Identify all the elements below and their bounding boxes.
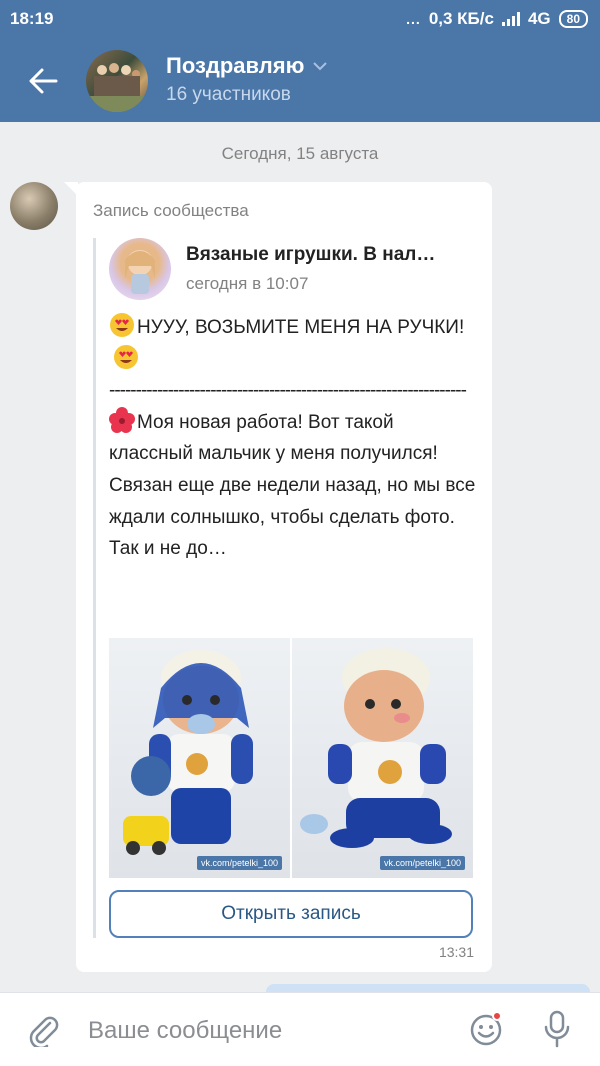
date-separator: Сегодня, 15 августа: [221, 144, 379, 163]
open-post-button[interactable]: Открыть запись: [109, 890, 473, 938]
post-line-2-text: Моя новая работа! Вот такой классный мал…: [109, 411, 438, 465]
chat-title[interactable]: Поздравляю: [166, 53, 328, 79]
heart-eyes-emoji-icon: [114, 344, 138, 369]
post-time: сегодня в 10:07: [186, 274, 309, 293]
notification-dot: [492, 1011, 502, 1021]
status-right: ... 0,3 КБ/с 4G 80: [406, 9, 588, 29]
paperclip-icon[interactable]: [26, 1013, 60, 1047]
post-line-1-text: НУУУ, ВОЗЬМИТЕ МЕНЯ НА РУЧКИ!: [137, 317, 465, 338]
chat-header: Поздравляю 16 участников: [0, 38, 600, 122]
battery-indicator: 80: [558, 10, 588, 28]
post-dashes: ----------------------------------------…: [109, 380, 467, 402]
status-time: 18:19: [10, 9, 54, 28]
back-arrow-icon[interactable]: [26, 64, 60, 98]
microphone-icon[interactable]: [542, 1009, 572, 1049]
post-line-2: Моя новая работа! Вот такой классный мал…: [109, 406, 479, 470]
network-speed: 0,3 КБ/с: [428, 9, 494, 28]
group-name[interactable]: Вязаные игрушки. В нал…: [186, 244, 476, 266]
repost-quote-line: [93, 238, 96, 938]
post-photo-2[interactable]: vk.com/petelki_100: [292, 638, 473, 878]
chevron-down-icon: [313, 62, 328, 71]
status-bar: 18:19 ... 0,3 КБ/с 4G 80: [0, 0, 600, 38]
group-avatar[interactable]: [109, 238, 171, 300]
post-text: НУУУ, ВОЗЬМИТЕ МЕНЯ НА РУЧКИ! ----------…: [109, 312, 479, 565]
repost-label: Запись сообщества: [93, 201, 249, 220]
post-line-1: НУУУ, ВОЗЬМИТЕ МЕНЯ НА РУЧКИ!: [109, 312, 479, 375]
chat-avatar[interactable]: [86, 50, 148, 112]
post-line-3: Связан еще две недели назад, но мы все ж…: [109, 474, 476, 560]
photo-watermark: vk.com/petelki_100: [196, 856, 282, 870]
message-input[interactable]: [88, 1013, 438, 1049]
hibiscus-emoji-icon: [109, 406, 135, 433]
chat-title-text: Поздравляю: [166, 53, 305, 78]
chat-members-count: 16 участников: [166, 84, 291, 105]
network-type: 4G: [527, 9, 551, 28]
photo-watermark: vk.com/petelki_100: [379, 856, 465, 870]
post-photo-1[interactable]: vk.com/petelki_100: [109, 638, 290, 878]
message-bubble[interactable]: Запись сообщества Вязаные игрушки. В нал…: [76, 182, 492, 972]
notification-dots: ...: [406, 11, 421, 27]
message-composer: [0, 992, 600, 1066]
heart-eyes-emoji-icon: [110, 313, 134, 337]
signal-icon: [501, 12, 520, 26]
sender-avatar[interactable]: [10, 182, 58, 230]
message-time: 13:31: [438, 944, 474, 960]
